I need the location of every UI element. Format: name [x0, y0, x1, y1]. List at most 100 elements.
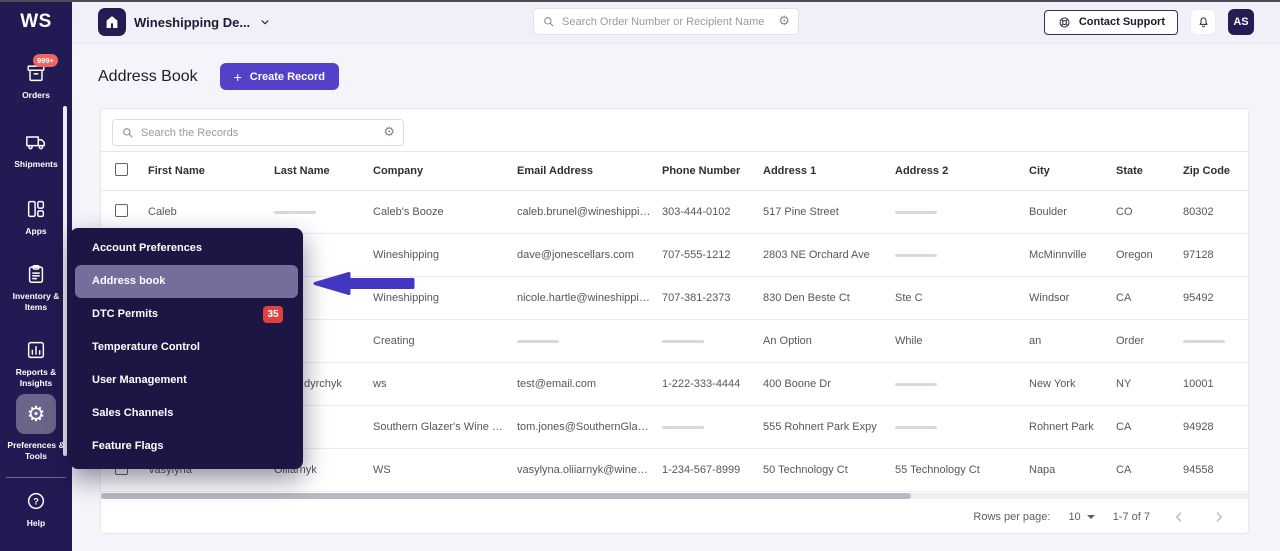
- sidebar-item-preferences[interactable]: ⚙ Preferences & Tools: [0, 394, 72, 462]
- menu-item-label: Feature Flags: [92, 440, 164, 452]
- cell-email: caleb.brunel@wineshipping.com: [517, 206, 662, 218]
- orders-count-badge: 999+: [33, 54, 58, 67]
- column-header[interactable]: State: [1116, 165, 1183, 177]
- menu-item-label: Temperature Control: [92, 341, 200, 353]
- home-icon: [98, 8, 126, 36]
- cell-state: CA: [1116, 421, 1183, 433]
- bell-icon: [1196, 15, 1211, 30]
- menu-item-label: Sales Channels: [92, 407, 173, 419]
- cell-email: vasylyna.oliiarnyk@wineshipping...: [517, 464, 662, 476]
- sidebar-item-shipments[interactable]: Shipments: [0, 131, 72, 170]
- cell-city: New York: [1029, 378, 1116, 390]
- records-search: ⚙: [112, 119, 404, 146]
- column-header[interactable]: City: [1029, 165, 1116, 177]
- menu-item-account-preferences[interactable]: Account Preferences: [70, 232, 303, 265]
- empty-dash: [895, 426, 937, 429]
- preferences-tools-menu: Account Preferences Address book DTC Per…: [70, 228, 303, 469]
- cell-state: Oregon: [1116, 249, 1183, 261]
- cell-address1: An Option: [763, 335, 895, 347]
- sidebar-scrollbar[interactable]: [63, 106, 67, 456]
- next-page-button[interactable]: [1208, 506, 1230, 528]
- records-search-input[interactable]: [141, 127, 377, 139]
- topbar: Wineshipping De... ⚙ Contact Support AS: [72, 0, 1280, 44]
- sidebar-item-label: Orders: [22, 90, 50, 101]
- records-filter-icon[interactable]: ⚙: [383, 126, 395, 139]
- menu-item-label: Address book: [92, 275, 165, 287]
- avatar[interactable]: AS: [1228, 9, 1254, 35]
- column-header[interactable]: First Name: [148, 165, 274, 177]
- column-header[interactable]: Zip Code: [1183, 165, 1248, 177]
- contact-support-button[interactable]: Contact Support: [1044, 10, 1178, 35]
- cell-address2: [895, 206, 1029, 218]
- notifications-button[interactable]: [1190, 9, 1216, 35]
- menu-item-dtc-permits[interactable]: DTC Permits 35: [70, 298, 303, 331]
- sidebar-item-label: Help: [27, 518, 45, 529]
- sidebar-item-apps[interactable]: Apps: [0, 198, 72, 237]
- sidebar-item-label: Apps: [25, 226, 46, 237]
- cell-lastname: [274, 206, 373, 218]
- cell-company: Southern Glazer's Wine & S...: [373, 421, 517, 433]
- menu-item-label: DTC Permits: [92, 308, 158, 320]
- cell-address1: 830 Den Beste Ct: [763, 292, 895, 304]
- column-header[interactable]: Phone Number: [662, 165, 763, 177]
- global-search-input[interactable]: [562, 16, 772, 28]
- help-icon: ?: [25, 490, 47, 512]
- table-footer: Rows per page: 10 1-7 of 7: [101, 499, 1248, 534]
- menu-item-feature-flags[interactable]: Feature Flags: [70, 430, 303, 463]
- cell-address1: 555 Rohnert Park Expy: [763, 421, 895, 433]
- cell-address1: 2803 NE Orchard Ave: [763, 249, 895, 261]
- select-all-checkbox[interactable]: [115, 163, 128, 176]
- column-header[interactable]: Company: [373, 165, 517, 177]
- create-record-button[interactable]: + Create Record: [220, 63, 339, 90]
- sidebar-item-reports[interactable]: Reports & Insights: [0, 339, 72, 389]
- sidebar-item-inventory[interactable]: Inventory & Items: [0, 263, 72, 313]
- pagination-range: 1-7 of 7: [1113, 511, 1150, 523]
- cell-state: CA: [1116, 292, 1183, 304]
- cell-company: ws: [373, 378, 517, 390]
- cell-phone: 1-234-567-8999: [662, 464, 763, 476]
- row-checkbox[interactable]: [115, 204, 128, 217]
- rows-per-page-value: 10: [1068, 511, 1080, 523]
- sidebar-item-label: Shipments: [14, 159, 57, 170]
- cell-city: McMinnville: [1029, 249, 1116, 261]
- cell-address2: 55 Technology Ct: [895, 464, 1029, 476]
- column-header[interactable]: Address 1: [763, 165, 895, 177]
- search-icon: [542, 15, 556, 29]
- menu-item-temperature-control[interactable]: Temperature Control: [70, 331, 303, 364]
- gear-icon: ⚙: [27, 404, 46, 425]
- sidebar-item-orders[interactable]: Orders 999+: [0, 62, 72, 101]
- cell-city: Boulder: [1029, 206, 1116, 218]
- column-header[interactable]: Last Name: [274, 165, 373, 177]
- menu-item-sales-channels[interactable]: Sales Channels: [70, 397, 303, 430]
- apps-icon: [25, 198, 47, 220]
- rows-per-page-select[interactable]: 10: [1068, 511, 1094, 523]
- dtc-permits-badge: 35: [263, 306, 283, 323]
- chevron-down-icon: [258, 15, 272, 29]
- column-header[interactable]: Email Address: [517, 165, 662, 177]
- column-header[interactable]: Address 2: [895, 165, 1029, 177]
- cell-city: Rohnert Park: [1029, 421, 1116, 433]
- org-switcher[interactable]: Wineshipping De...: [98, 8, 272, 36]
- cell-phone: 303-444-0102: [662, 206, 763, 218]
- cell-email: dave@jonescellars.com: [517, 249, 662, 261]
- lifebuoy-icon: [1057, 15, 1072, 30]
- cell-firstname: Caleb: [148, 206, 274, 218]
- sidebar-item-help[interactable]: ? Help: [0, 490, 72, 529]
- global-search: ⚙: [533, 8, 799, 35]
- menu-item-address-book[interactable]: Address book: [75, 265, 298, 298]
- cell-city: Windsor: [1029, 292, 1116, 304]
- cell-email: nicole.hartle@wineshipping.com: [517, 292, 662, 304]
- previous-page-button[interactable]: [1168, 506, 1190, 528]
- cell-state: CO: [1116, 206, 1183, 218]
- cell-zip: 97128: [1183, 249, 1248, 261]
- org-name: Wineshipping De...: [134, 15, 250, 30]
- empty-dash: [662, 340, 704, 343]
- cell-phone: 707-381-2373: [662, 292, 763, 304]
- cell-address2: While: [895, 335, 1029, 347]
- cell-state: NY: [1116, 378, 1183, 390]
- menu-item-user-management[interactable]: User Management: [70, 364, 303, 397]
- cell-zip: 94928: [1183, 421, 1248, 433]
- search-icon: [121, 126, 135, 140]
- search-settings-icon[interactable]: ⚙: [778, 15, 790, 28]
- menu-item-label: Account Preferences: [92, 242, 202, 254]
